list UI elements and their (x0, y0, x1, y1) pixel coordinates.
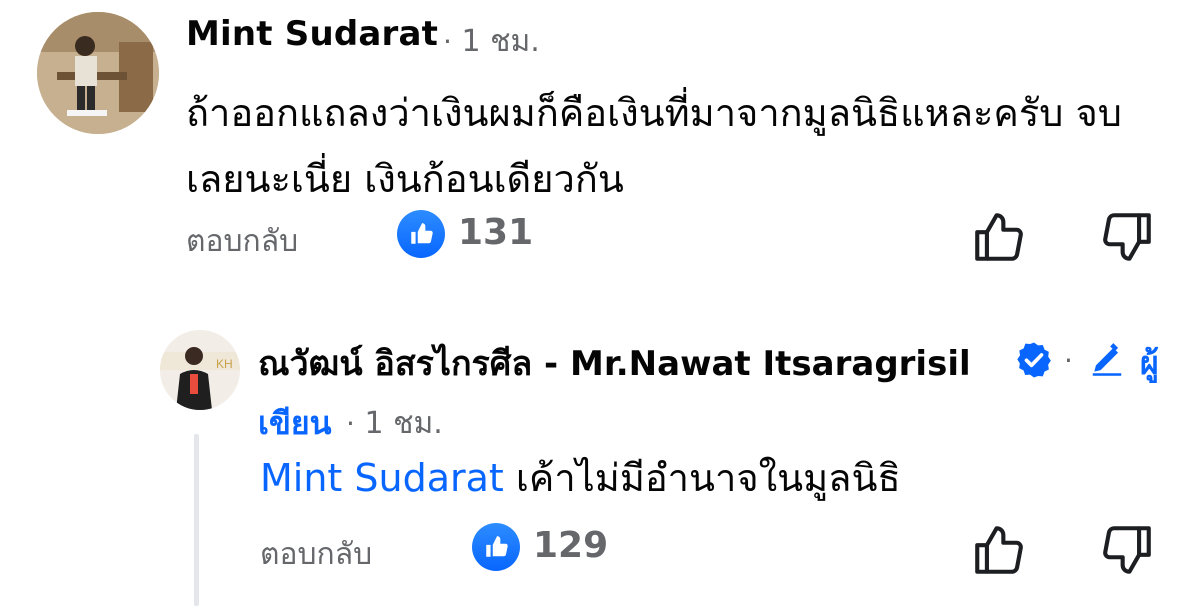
thread-line (194, 434, 199, 606)
reply-text: Mint Sudarat เค้าไม่มีอำนาจในมูลนิธิ (260, 452, 901, 504)
mention-link[interactable]: Mint Sudarat (260, 456, 504, 500)
thumbs-up-icon[interactable] (970, 521, 1028, 583)
avatar-nawat[interactable]: KH (160, 330, 240, 410)
reply-time[interactable]: 1 ชม. (364, 406, 442, 441)
like-icon[interactable] (472, 523, 520, 571)
thumbs-down-icon[interactable] (1098, 208, 1156, 270)
reply-button[interactable]: ตอบกลับ (186, 218, 298, 265)
reply-timestamp[interactable]: · 1 ชม. (346, 400, 443, 447)
meta-separator: · (443, 25, 452, 58)
reply-button[interactable]: ตอบกลับ (260, 531, 372, 578)
author-role-label: ผู้ (1140, 344, 1159, 382)
verified-badge-icon (1014, 340, 1054, 384)
like-count[interactable]: 129 (533, 525, 608, 566)
reply-body: เค้าไม่มีอำนาจในมูลนิธิ (503, 456, 901, 500)
avatar-mint-sudarat[interactable] (37, 12, 159, 134)
like-count[interactable]: 131 (458, 212, 533, 253)
thumbs-down-icon[interactable] (1098, 521, 1156, 583)
comment-author[interactable]: Mint Sudarat (186, 14, 438, 54)
reply-author[interactable]: ณวัฒน์ อิสรไกรศีล - Mr.Nawat Itsaragrisi… (258, 336, 971, 390)
like-icon[interactable] (397, 210, 445, 258)
meta-separator: · (346, 407, 355, 440)
comment-timestamp[interactable]: · 1 ชม. (443, 18, 540, 65)
thumbs-up-icon[interactable] (970, 208, 1028, 270)
pencil-icon (1088, 340, 1126, 382)
comment-time[interactable]: 1 ชม. (461, 24, 539, 59)
meta-separator: · (1064, 344, 1073, 377)
comment-text: ถ้าออกแถลงว่าเงินผมก็คือเงินที่มาจากมูลน… (186, 91, 1122, 201)
author-role-label-cont: เขียน (258, 404, 332, 442)
svg-text:KH: KH (216, 357, 233, 371)
